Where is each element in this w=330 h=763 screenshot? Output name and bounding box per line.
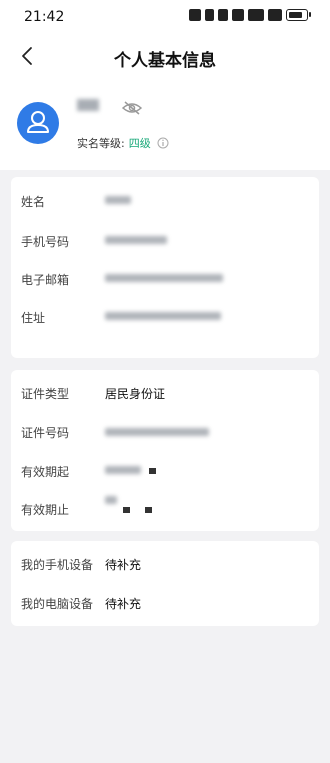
label-email: 电子邮箱	[21, 273, 70, 287]
masked-glyph	[123, 507, 130, 513]
user-icon	[27, 111, 49, 133]
label-phone: 手机号码	[21, 235, 70, 249]
label-id-number: 证件号码	[21, 426, 70, 440]
value-address-masked	[105, 312, 221, 320]
profile-name-masked	[77, 99, 99, 111]
value-name-masked	[105, 196, 131, 204]
label-valid-from: 有效期起	[21, 465, 70, 479]
devices-card: 我的手机设备 待补充 我的电脑设备 待补充	[11, 541, 319, 626]
value-phone-masked	[105, 236, 167, 244]
wifi-icon	[232, 9, 244, 21]
level-value: 四级	[128, 137, 151, 150]
label-valid-to: 有效期止	[21, 503, 70, 517]
verification-level: 实名等级: 四级	[77, 135, 169, 151]
value-valid-to-masked	[105, 496, 117, 504]
label-phone-device: 我的手机设备	[21, 558, 94, 572]
label-id-type: 证件类型	[21, 387, 70, 401]
value-email-masked	[105, 274, 223, 282]
signal-icon	[248, 9, 264, 21]
value-valid-from-masked	[105, 466, 141, 474]
status-time: 21:42	[24, 9, 65, 25]
eye-off-icon[interactable]	[121, 100, 143, 116]
value-phone-device[interactable]: 待补充	[105, 556, 141, 573]
value-id-number-masked	[105, 428, 209, 436]
value-pc-device[interactable]: 待补充	[105, 595, 141, 612]
battery-icon	[286, 9, 311, 21]
nav-bar: 个人基本信息	[0, 34, 330, 80]
label-name: 姓名	[21, 195, 46, 209]
label-pc-device: 我的电脑设备	[21, 597, 94, 611]
status-bar: 21:42	[0, 0, 330, 34]
info-icon[interactable]	[157, 137, 169, 149]
alarm-icon	[189, 9, 201, 21]
bluetooth-icon	[205, 9, 214, 21]
status-icons	[189, 9, 311, 21]
certificate-card: 证件类型 居民身份证 证件号码 有效期起 有效期止	[11, 370, 319, 531]
level-label: 实名等级:	[77, 137, 125, 150]
value-id-type: 居民身份证	[105, 387, 166, 401]
personal-info-card: 姓名 手机号码 电子邮箱 住址	[11, 177, 319, 358]
avatar	[17, 102, 59, 144]
page-title: 个人基本信息	[114, 51, 216, 71]
masked-glyph	[149, 468, 156, 474]
masked-glyph	[145, 507, 152, 513]
signal-icon-2	[268, 9, 282, 21]
label-address: 住址	[21, 311, 46, 325]
mute-icon	[218, 9, 228, 21]
profile-header: 实名等级: 四级	[0, 80, 330, 170]
